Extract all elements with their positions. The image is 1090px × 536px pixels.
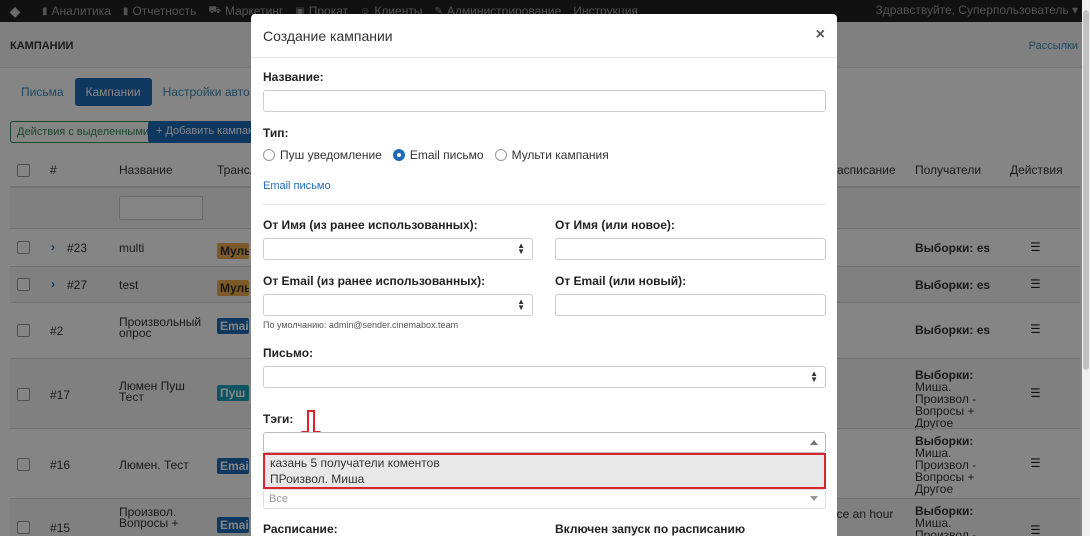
select-arrows-icon: ▲ ▼: [517, 297, 525, 312]
from-email-input[interactable]: [555, 294, 826, 316]
from-email-prev-label: От Email (из ранее использованных):: [263, 274, 486, 288]
from-name-new-label: От Имя (или новое):: [555, 218, 675, 232]
modal-header: Создание кампании ×: [251, 14, 837, 58]
radio-push[interactable]: [263, 149, 275, 161]
tags-select[interactable]: [263, 432, 826, 453]
default-email-hint: По умолчанию: admin@sender.cinemabox.tea…: [263, 320, 459, 330]
radio-email[interactable]: [392, 149, 405, 161]
type-option-multi[interactable]: Мульти кампания: [494, 148, 609, 162]
select-arrows-icon: ▲ ▼: [517, 241, 525, 256]
type-link[interactable]: Email письмо: [263, 180, 331, 192]
chevron-up-icon: [810, 440, 818, 445]
schedule-enabled-label: Включен запуск по расписанию: [555, 522, 746, 536]
letter-label: Письмо:: [263, 346, 314, 360]
create-campaign-modal: Создание кампании × Название: Тип: Пуш у…: [251, 14, 837, 536]
name-label: Название:: [263, 70, 324, 84]
chevron-down-icon: [810, 496, 818, 501]
page-scrollbar[interactable]: [1082, 0, 1090, 536]
tags-option[interactable]: ПРоизвол. Миша: [265, 471, 824, 487]
tags-option[interactable]: казань 5 получатели коментов: [265, 455, 824, 471]
tags-dropdown-list: казань 5 получатели коментов ПРоизвол. М…: [263, 453, 826, 489]
radio-multi[interactable]: [494, 149, 507, 161]
from-name-select[interactable]: ▲ ▼: [263, 238, 533, 260]
from-name-prev-label: От Имя (из ранее использованных):: [263, 218, 478, 232]
name-input[interactable]: [263, 90, 826, 112]
recipients-select[interactable]: Все: [263, 489, 826, 509]
section-divider: [263, 204, 825, 205]
tags-label: Тэги:: [263, 412, 294, 426]
type-radio-group: Пуш уведомление Email письмо Мульти камп…: [263, 148, 620, 162]
letter-select[interactable]: ▲ ▼: [263, 366, 826, 388]
select-arrows-icon: ▲ ▼: [810, 369, 818, 384]
close-icon[interactable]: ×: [816, 26, 825, 44]
modal-title: Создание кампании: [263, 28, 393, 44]
from-email-new-label: От Email (или новый):: [555, 274, 687, 288]
type-label: Тип:: [263, 126, 289, 140]
from-name-input[interactable]: [555, 238, 826, 260]
type-option-email[interactable]: Email письмо: [392, 148, 484, 162]
scrollbar-thumb[interactable]: [1083, 10, 1089, 370]
schedule-label: Расписание:: [263, 522, 338, 536]
type-option-push[interactable]: Пуш уведомление: [263, 148, 382, 162]
from-email-select[interactable]: ▲ ▼: [263, 294, 533, 316]
